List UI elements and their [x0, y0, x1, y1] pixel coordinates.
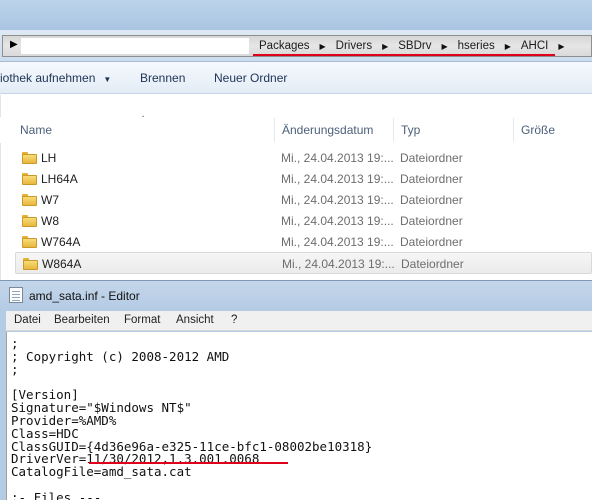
text-line: ; Copyright (c) 2008-2012 AMD — [11, 349, 230, 364]
file-row[interactable]: W764A Mi., 24.04.2013 19:... Dateiordner — [15, 231, 592, 253]
file-name: W8 — [41, 214, 59, 228]
burn-button[interactable]: Brennen — [140, 71, 185, 85]
text-line: ;- Files --- — [11, 490, 102, 500]
column-header-name[interactable]: Name — [20, 123, 52, 137]
breadcrumb-sbdrv[interactable]: SBDrv — [396, 40, 433, 52]
column-divider[interactable] — [513, 118, 514, 142]
file-list-background — [0, 95, 592, 113]
file-type: Dateiordner — [400, 172, 463, 186]
file-row[interactable]: W7 Mi., 24.04.2013 19:... Dateiordner — [15, 189, 592, 211]
breadcrumb-arrow-icon[interactable]: ▶ — [312, 42, 334, 51]
file-type: Dateiordner — [400, 214, 463, 228]
breadcrumb-arrow-icon[interactable]: ▶ — [550, 42, 572, 51]
file-date: Mi., 24.04.2013 19:... — [281, 235, 394, 249]
editor-title: amd_sata.inf - Editor — [29, 289, 140, 303]
folder-icon — [22, 173, 37, 185]
menu-format[interactable]: Format — [124, 314, 160, 326]
new-folder-button[interactable]: Neuer Ordner — [214, 71, 287, 85]
driverver-red-underline — [89, 462, 288, 464]
breadcrumb: Packages ▶ Drivers ▶ SBDrv ▶ hseries ▶ A… — [257, 37, 573, 55]
breadcrumb-drivers[interactable]: Drivers — [334, 40, 374, 52]
file-type: Dateiordner — [400, 151, 463, 165]
folder-icon — [22, 236, 37, 248]
column-header-size[interactable]: Größe — [521, 123, 555, 137]
address-bar: ▶ Packages ▶ Drivers ▶ SBDrv ▶ hseries ▶… — [0, 30, 592, 62]
file-type: Dateiordner — [400, 235, 463, 249]
column-headers: Name Änderungsdatum Typ Größe — [0, 117, 592, 143]
explorer-titlebar — [0, 0, 592, 30]
text-line: ; — [11, 362, 19, 377]
text-line: CatalogFile=amd_sata.cat — [11, 464, 192, 479]
include-in-library-label: iothek aufnehmen — [0, 71, 96, 85]
file-row[interactable]: W8 Mi., 24.04.2013 19:... Dateiordner — [15, 210, 592, 232]
file-date: Mi., 24.04.2013 19:... — [281, 214, 394, 228]
breadcrumb-arrow-icon[interactable]: ▶ — [433, 42, 455, 51]
folder-icon — [23, 258, 38, 270]
column-divider[interactable] — [274, 118, 275, 142]
file-name: W764A — [41, 235, 81, 249]
chevron-down-icon: ▼ — [103, 75, 112, 84]
column-header-type[interactable]: Typ — [401, 123, 420, 137]
file-type: Dateiordner — [401, 257, 464, 271]
breadcrumb-ahci[interactable]: AHCI — [519, 40, 550, 52]
address-red-underline — [253, 54, 555, 56]
menu-edit[interactable]: Bearbeiten — [54, 314, 110, 326]
editor-window: amd_sata.inf - Editor Datei Bearbeiten F… — [0, 280, 592, 500]
file-date: Mi., 24.04.2013 19:... — [282, 257, 395, 271]
folder-icon — [22, 152, 37, 164]
file-name: W7 — [41, 193, 59, 207]
file-row[interactable]: LH Mi., 24.04.2013 19:... Dateiordner — [15, 147, 592, 169]
file-name: W864A — [42, 257, 82, 271]
file-date: Mi., 24.04.2013 19:... — [281, 151, 394, 165]
file-name: LH64A — [41, 172, 78, 186]
breadcrumb-packages[interactable]: Packages — [257, 40, 312, 52]
file-date: Mi., 24.04.2013 19:... — [281, 172, 394, 186]
folder-icon — [22, 194, 37, 206]
menu-help[interactable]: ? — [231, 314, 237, 326]
include-in-library-button[interactable]: iothek aufnehmen ▼ — [0, 71, 111, 85]
folder-icon — [22, 215, 37, 227]
column-header-date[interactable]: Änderungsdatum — [282, 123, 373, 137]
breadcrumb-hseries[interactable]: hseries — [456, 40, 497, 52]
explorer-window: ▶ Packages ▶ Drivers ▶ SBDrv ▶ hseries ▶… — [0, 0, 592, 280]
file-type: Dateiordner — [400, 193, 463, 207]
column-divider[interactable] — [393, 118, 394, 142]
menu-file[interactable]: Datei — [14, 314, 41, 326]
notepad-icon[interactable] — [9, 287, 23, 303]
menu-view[interactable]: Ansicht — [176, 314, 214, 326]
command-toolbar: iothek aufnehmen ▼ Brennen Neuer Ordner — [0, 62, 592, 94]
breadcrumb-arrow-icon[interactable]: ▶ — [374, 42, 396, 51]
file-date: Mi., 24.04.2013 19:... — [281, 193, 394, 207]
editor-menubar: Datei Bearbeiten Format Ansicht ? — [6, 311, 592, 331]
file-name: LH — [41, 151, 57, 165]
address-redacted-area — [21, 38, 249, 54]
breadcrumb-arrow-icon[interactable]: ▶ — [497, 42, 519, 51]
file-row[interactable]: LH64A Mi., 24.04.2013 19:... Dateiordner — [15, 168, 592, 190]
file-row-selected[interactable]: W864A Mi., 24.04.2013 19:... Dateiordner — [15, 252, 592, 274]
editor-text-area[interactable]: ; ; Copyright (c) 2008-2012 AMD ; [Versi… — [6, 332, 592, 500]
breadcrumb-root-arrow-icon[interactable]: ▶ — [10, 39, 18, 50]
